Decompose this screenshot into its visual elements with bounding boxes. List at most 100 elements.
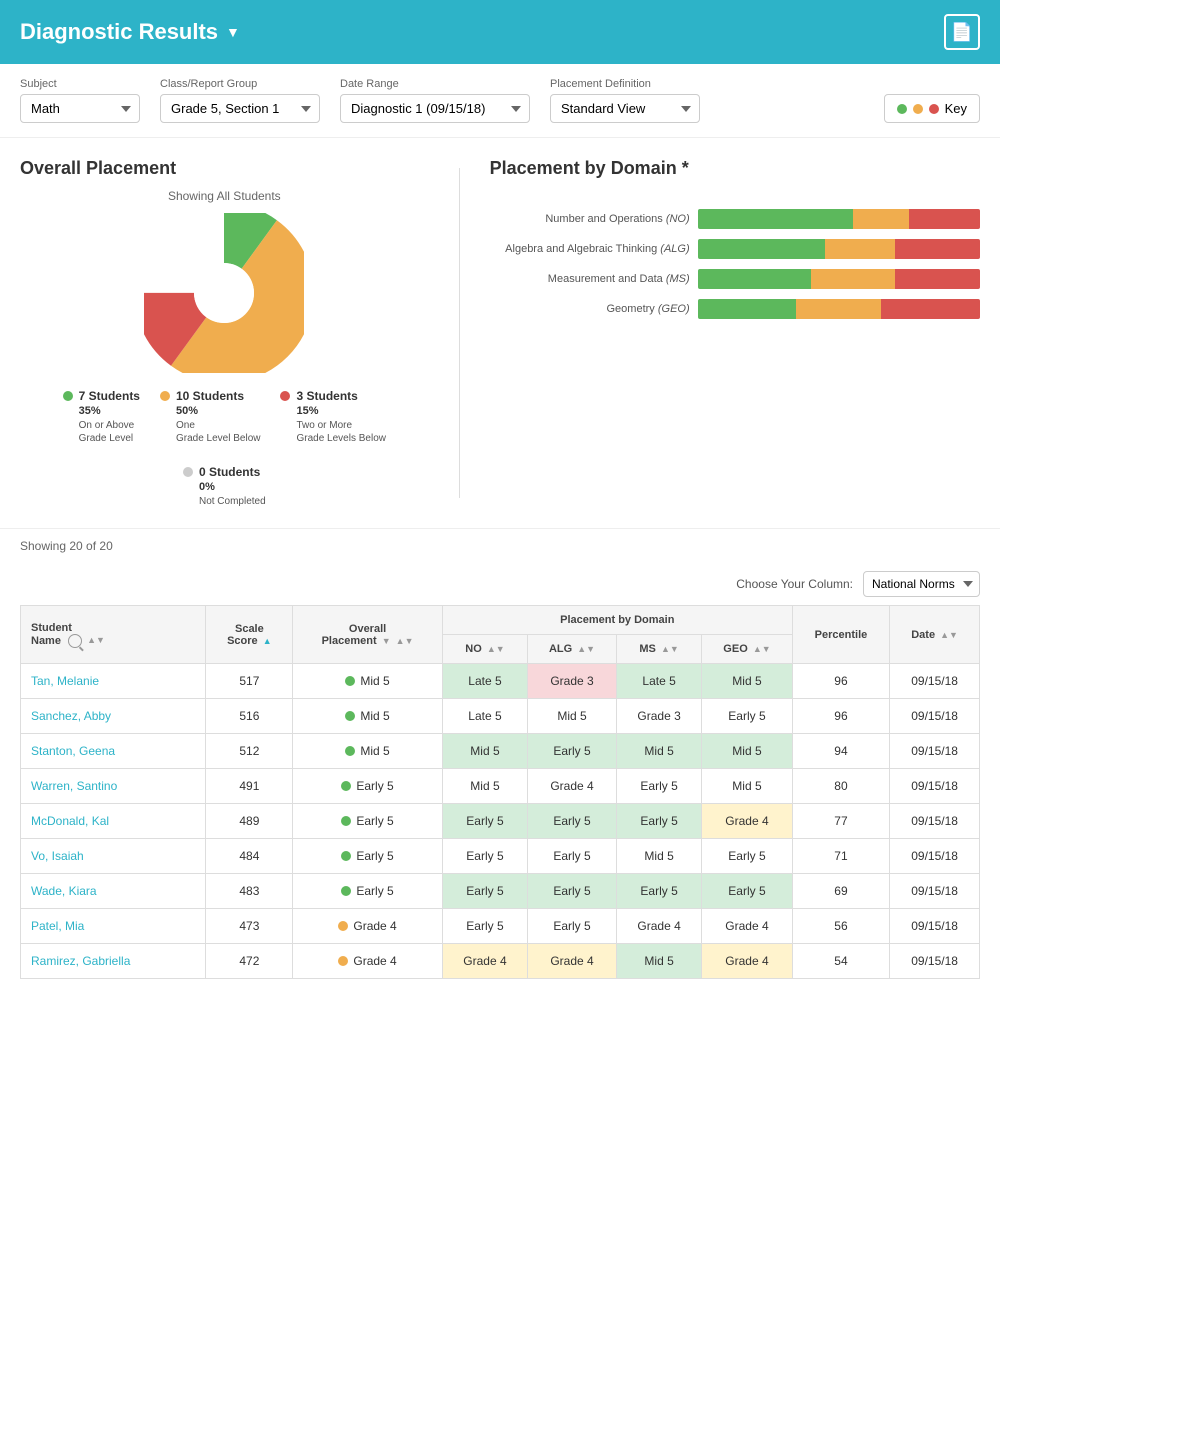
legend-red-count: 3 Students [296,389,357,403]
legend-gray-count: 0 Students [199,465,260,479]
cell-ms: Early 5 [616,804,701,839]
key-red-dot [929,104,939,114]
column-chooser-row: Choose Your Column: National Norms State… [20,563,980,605]
bar-geo-yellow [796,299,881,319]
overall-placement-title: Overall Placement [20,158,429,179]
dropdown-icon[interactable]: ▼ [226,24,240,40]
cell-overall-placement: Early 5 [293,874,443,909]
cell-student-name[interactable]: Wade, Kiara [21,874,206,909]
showing-count: Showing 20 of 20 [20,529,980,563]
cell-no: Early 5 [442,874,527,909]
alg-sort-icon[interactable]: ▲▼ [577,644,595,654]
cell-alg: Early 5 [528,909,617,944]
geo-sort-icon[interactable]: ▲▼ [753,644,771,654]
cell-geo: Mid 5 [702,769,793,804]
table-row: Wade, Kiara483Early 5Early 5Early 5Early… [21,874,980,909]
cell-student-name[interactable]: Warren, Santino [21,769,206,804]
cell-percentile: 77 [792,804,889,839]
bar-no-yellow [853,209,909,229]
column-select[interactable]: National Norms State Norms District Norm… [863,571,980,597]
key-button[interactable]: Key [884,94,980,123]
cell-student-name[interactable]: Ramirez, Gabriella [21,944,206,979]
domain-bar-geo [698,299,980,319]
legend-gray-pct: 0% [199,481,215,493]
pie-legend: 7 Students 35% On or AboveGrade Level 10… [20,389,429,508]
cell-alg: Grade 4 [528,769,617,804]
cell-overall-placement: Mid 5 [293,734,443,769]
bar-ms-green [698,269,811,289]
subject-select[interactable]: Math [20,94,140,123]
table-row: Vo, Isaiah484Early 5Early 5Early 5Mid 5E… [21,839,980,874]
domain-row-geo: Geometry (GEO) [490,299,980,319]
th-scale-score[interactable]: ScaleScore ▲ [206,606,293,664]
cell-student-name[interactable]: Patel, Mia [21,909,206,944]
domain-row-no: Number and Operations (NO) [490,209,980,229]
cell-date: 09/15/18 [890,839,980,874]
bar-geo-red [881,299,980,319]
domain-label-no: Number and Operations (NO) [490,213,690,225]
cell-no: Early 5 [442,909,527,944]
th-ms[interactable]: MS ▲▼ [616,635,701,664]
legend-gray: 0 Students 0% Not Completed [183,465,266,508]
ms-sort-icon[interactable]: ▲▼ [661,644,679,654]
cell-student-name[interactable]: McDonald, Kal [21,804,206,839]
placement-select[interactable]: Standard View [550,94,700,123]
cell-date: 09/15/18 [890,804,980,839]
pie-chart-container [20,213,429,373]
cell-percentile: 69 [792,874,889,909]
cell-alg: Mid 5 [528,699,617,734]
cell-scale-score: 473 [206,909,293,944]
legend-green-count: 7 Students [79,389,140,403]
cell-geo: Mid 5 [702,664,793,699]
cell-student-name[interactable]: Tan, Melanie [21,664,206,699]
table-row: Sanchez, Abby516Mid 5Late 5Mid 5Grade 3E… [21,699,980,734]
cell-overall-placement: Grade 4 [293,909,443,944]
export-icon[interactable]: 📄 [944,14,980,50]
cell-percentile: 54 [792,944,889,979]
class-select[interactable]: Grade 5, Section 1 [160,94,320,123]
bar-ms-yellow [811,269,896,289]
bar-alg-green [698,239,825,259]
cell-student-name[interactable]: Vo, Isaiah [21,839,206,874]
legend-yellow-desc: OneGrade Level Below [176,419,261,445]
th-alg[interactable]: ALG ▲▼ [528,635,617,664]
key-label: Key [945,101,967,116]
cell-no: Early 5 [442,839,527,874]
cell-overall-placement: Mid 5 [293,664,443,699]
placement-sort-icon[interactable]: ▼ [382,636,391,646]
th-overall-placement[interactable]: OverallPlacement ▼ ▲▼ [293,606,443,664]
th-no[interactable]: NO ▲▼ [442,635,527,664]
th-date[interactable]: Date ▲▼ [890,606,980,664]
cell-alg: Grade 4 [528,944,617,979]
cell-student-name[interactable]: Sanchez, Abby [21,699,206,734]
date-select[interactable]: Diagnostic 1 (09/15/18) [340,94,530,123]
showing-all-label: Showing All Students [20,189,429,203]
bar-alg-red [895,239,980,259]
choose-column-label: Choose Your Column: [736,577,853,591]
bar-no-green [698,209,853,229]
cell-scale-score: 491 [206,769,293,804]
no-sort-icon[interactable]: ▲▼ [487,644,505,654]
table-section: Showing 20 of 20 Choose Your Column: Nat… [0,529,1000,999]
th-geo[interactable]: GEO ▲▼ [702,635,793,664]
cell-scale-score: 484 [206,839,293,874]
cell-percentile: 94 [792,734,889,769]
th-percentile: Percentile [792,606,889,664]
cell-alg: Early 5 [528,734,617,769]
table-row: Ramirez, Gabriella472Grade 4Grade 4Grade… [21,944,980,979]
student-search-icon[interactable] [68,634,82,648]
cell-scale-score: 516 [206,699,293,734]
cell-date: 09/15/18 [890,944,980,979]
placement-sort-icon2[interactable]: ▲▼ [396,636,414,646]
cell-date: 09/15/18 [890,699,980,734]
domain-bar-alg [698,239,980,259]
date-sort-icon[interactable]: ▲▼ [940,630,958,640]
th-student-name[interactable]: StudentName ▲▼ [21,606,206,664]
overall-placement-panel: Overall Placement Showing All Students [20,158,429,508]
student-sort-icon[interactable]: ▲▼ [87,635,105,645]
domain-label-geo: Geometry (GEO) [490,303,690,315]
score-sort-icon[interactable]: ▲ [263,636,272,646]
legend-yellow-pct: 50% [176,405,198,417]
cell-student-name[interactable]: Stanton, Geena [21,734,206,769]
cell-overall-placement: Grade 4 [293,944,443,979]
